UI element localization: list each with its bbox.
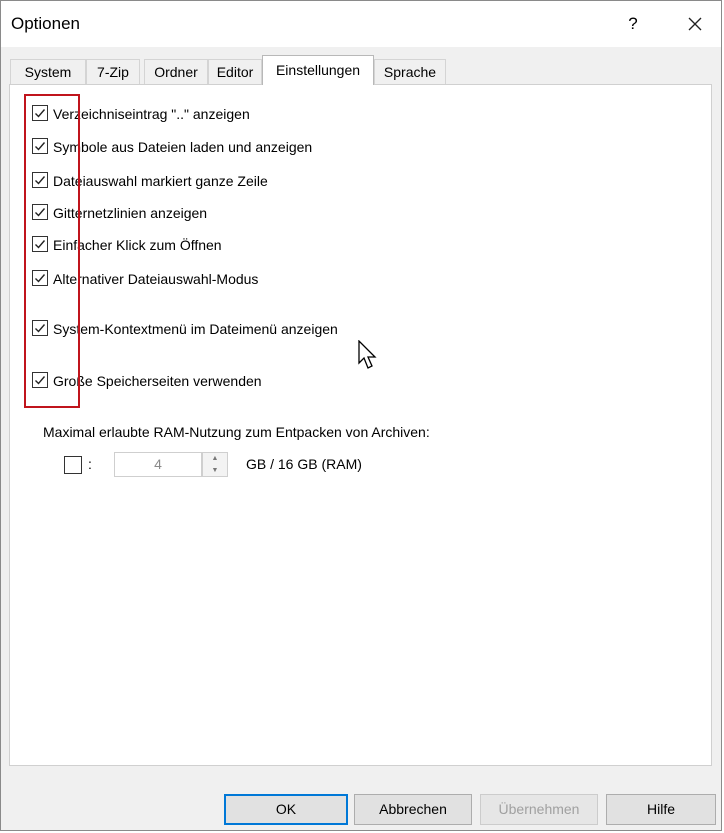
- setting-label: Verzeichniseintrag ".." anzeigen: [53, 106, 250, 122]
- close-icon: [688, 17, 702, 31]
- tab-sprache[interactable]: Sprache: [374, 59, 446, 84]
- ram-limit-input[interactable]: 4: [114, 452, 202, 477]
- spin-up-icon[interactable]: ▲: [203, 453, 227, 464]
- setting-label: Alternativer Dateiauswahl-Modus: [53, 271, 259, 287]
- setting-label: Symbole aus Dateien laden und anzeigen: [53, 139, 313, 155]
- ram-limit-checkbox[interactable]: [64, 456, 82, 474]
- setting-label: System-Kontextmenü im Dateimenü anzeigen: [53, 321, 338, 337]
- apply-button[interactable]: Übernehmen: [480, 794, 598, 825]
- ram-limit-unit: GB / 16 GB (RAM): [246, 456, 362, 472]
- tab-editor[interactable]: Editor: [208, 59, 262, 84]
- setting-label: Dateiauswahl markiert ganze Zeile: [53, 173, 268, 189]
- tab-bar: System 7-Zip Ordner Editor Einstellungen…: [10, 55, 710, 87]
- tab-ordner[interactable]: Ordner: [144, 59, 208, 84]
- highlight-box: [24, 94, 80, 408]
- close-button[interactable]: [673, 7, 717, 41]
- help-button[interactable]: Hilfe: [606, 794, 716, 825]
- tab-7zip[interactable]: 7-Zip: [86, 59, 140, 84]
- tab-einstellungen[interactable]: Einstellungen: [262, 55, 374, 85]
- cancel-button[interactable]: Abbrechen: [354, 794, 472, 825]
- ok-button[interactable]: OK: [224, 794, 348, 825]
- spin-down-icon[interactable]: ▼: [203, 465, 227, 476]
- ram-limit-spinner[interactable]: ▲ ▼: [202, 452, 228, 477]
- title-bar: Optionen ?: [1, 1, 721, 47]
- mouse-cursor-icon: [358, 340, 377, 369]
- setting-label: Große Speicherseiten verwenden: [53, 373, 262, 389]
- window-title: Optionen: [11, 14, 80, 33]
- ram-limit-label: Maximal erlaubte RAM-Nutzung zum Entpack…: [43, 424, 430, 440]
- ram-limit-colon: :: [88, 456, 92, 472]
- help-title-button[interactable]: ?: [613, 7, 653, 41]
- tab-system[interactable]: System: [10, 59, 86, 84]
